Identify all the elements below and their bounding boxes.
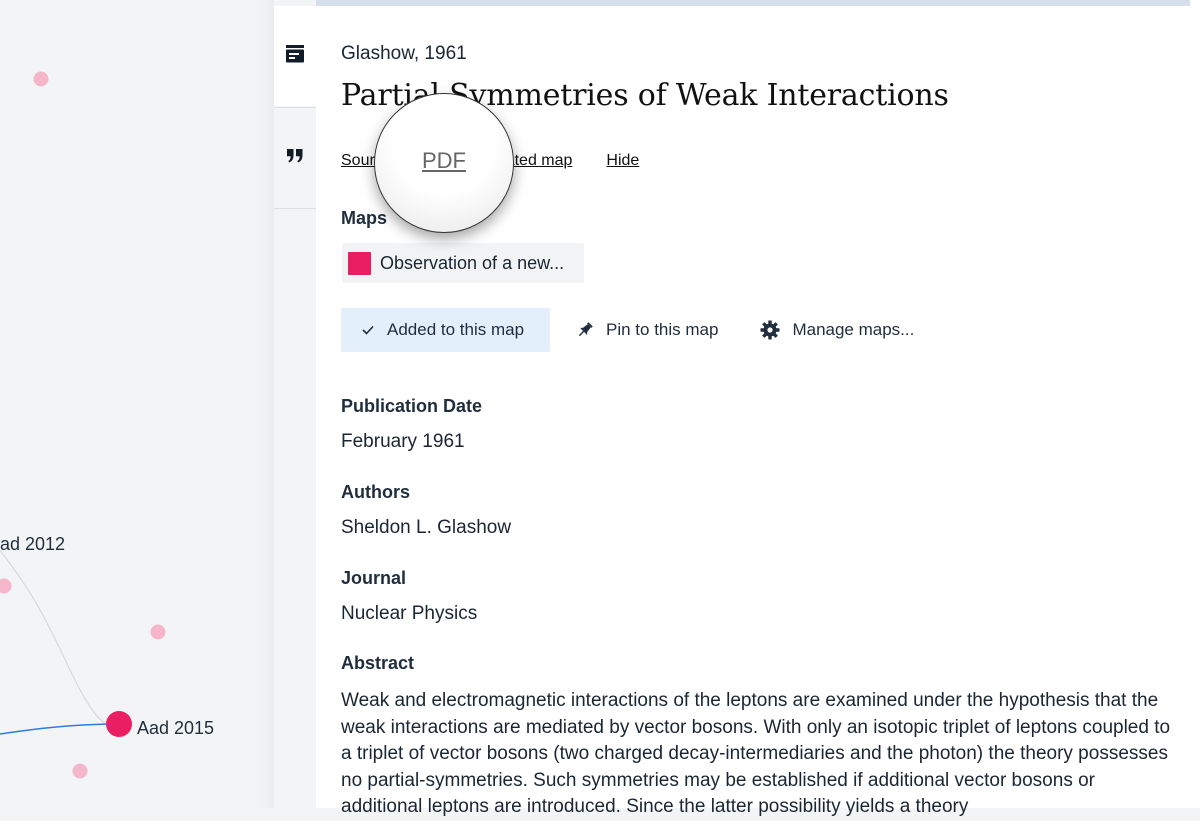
check-icon [361, 324, 375, 336]
map-graph [0, 71, 166, 779]
quote-icon [287, 148, 303, 168]
publication-date-value: February 1961 [341, 431, 465, 452]
magnified-pdf-link[interactable]: PDF [422, 148, 466, 174]
panel-shadow [258, 0, 274, 808]
journal-label: Journal [341, 568, 407, 588]
right-edge [1190, 0, 1200, 6]
map-edge-gray [0, 549, 109, 725]
card-icon [286, 44, 304, 68]
paper-byline: Glashow, 1961 [341, 43, 467, 64]
map-node[interactable] [150, 624, 166, 640]
gear-icon [760, 320, 780, 340]
map-chip-label: Observation of a new... [380, 252, 565, 273]
added-to-map-label: Added to this map [387, 320, 525, 339]
citation-map-canvas[interactable]: ad 2012 Aad 2015 [0, 0, 274, 808]
authors-value: Sheldon L. Glashow [341, 517, 512, 538]
tab-details[interactable] [274, 6, 316, 106]
map-color-swatch [348, 251, 371, 275]
node-label-aad-2012[interactable]: ad 2012 [0, 534, 65, 555]
authors-label: Authors [341, 482, 410, 502]
map-node-highlighted[interactable] [106, 711, 132, 737]
map-chip[interactable]: Observation of a new... [342, 243, 584, 283]
map-edge-blue [0, 723, 109, 735]
side-tabs [274, 0, 316, 808]
map-node[interactable] [72, 763, 88, 779]
journal-value: Nuclear Physics [341, 603, 478, 624]
manage-maps-label: Manage maps... [792, 320, 915, 339]
node-label-aad-2015[interactable]: Aad 2015 [137, 718, 214, 739]
map-actions: Added to this map Pin to this map Manage… [341, 308, 914, 352]
pin-to-map-label: Pin to this map [606, 320, 719, 339]
publication-date-label: Publication Date [341, 396, 483, 416]
added-to-map-button[interactable]: Added to this map [341, 308, 550, 352]
magnifier-lens: PDF [374, 93, 514, 233]
tab-citations[interactable] [274, 107, 316, 209]
abstract-text: Weak and electromagnetic interactions of… [341, 690, 1171, 817]
map-node[interactable] [33, 71, 49, 87]
manage-maps-button[interactable]: Manage maps... [760, 308, 914, 352]
pin-to-map-button[interactable]: Pin to this map [576, 308, 718, 352]
pin-icon [576, 321, 594, 339]
map-node[interactable] [0, 578, 12, 594]
abstract-label: Abstract [341, 653, 415, 673]
hide-link[interactable]: Hide [606, 152, 639, 170]
maps-label: Maps [341, 208, 388, 228]
